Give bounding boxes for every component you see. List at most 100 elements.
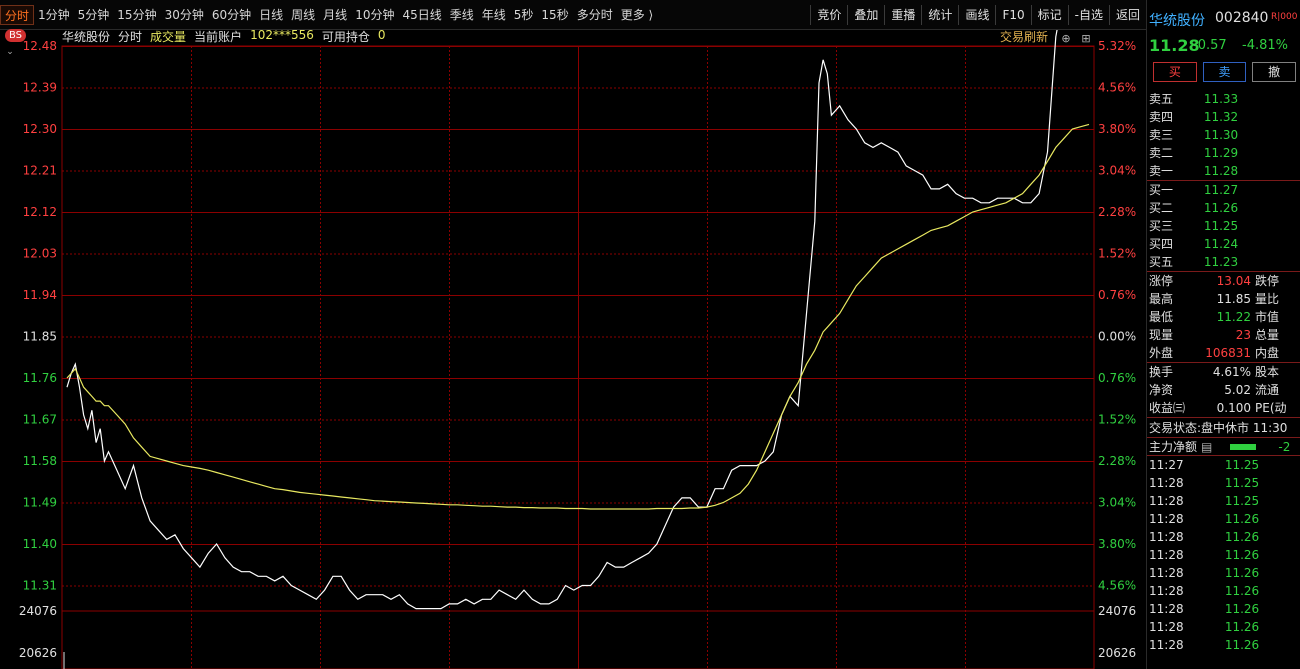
row-value: 11.24 [1203,237,1239,251]
tick-row: 11:28 11.25 [1147,474,1300,492]
tick-row: 11:28 11.26 [1147,510,1300,528]
tool-button[interactable]: F10 [995,5,1030,25]
quote-stock-code: 002840 [1215,10,1269,26]
stat-row[interactable]: 换手 4.61% 股本 [1147,363,1300,381]
stat-row[interactable]: 涨停 13.04 跌停 [1147,272,1300,290]
stats-list-2: 换手 4.61% 股本 净资 5.02 流通 收益㈢ 0.100 PE(动 [1147,362,1300,417]
tool-button[interactable]: 叠加 [847,5,884,25]
tool-button[interactable]: 重播 [884,5,921,25]
row-label-2: 股本 [1255,365,1280,379]
row-value: 11.22 [1216,310,1251,324]
period-tab[interactable]: 月线 [319,5,351,25]
tick-price: 11.26 [1224,530,1260,544]
row-label-2: 量比 [1255,292,1280,306]
cancel-button[interactable]: 撤 [1252,62,1297,82]
row-value: 11.25 [1203,219,1239,233]
tick-row: 11:28 11.26 [1147,564,1300,582]
status-label: 交易状态: [1149,421,1202,435]
tool-button[interactable]: 标记 [1030,5,1068,25]
period-tab[interactable]: 30分钟 [161,5,208,25]
bid-row[interactable]: 买二 11.26 [1147,199,1300,217]
row-label: 卖四 [1149,110,1174,124]
period-tab[interactable]: 1分钟 [34,5,74,25]
ask-row[interactable]: 卖一 11.28 [1147,162,1300,180]
chart-info-line: 华统股份 分时 成交量 当前账户 102***556 可用持仓 0 [62,28,386,45]
period-tab[interactable]: 15秒 [537,5,572,25]
quote-change-pct: -4.81% [1242,38,1288,53]
stat-row[interactable]: 现量 23 总量 [1147,326,1300,344]
period-tab[interactable]: 更多 ⟩ [617,5,658,25]
period-tab[interactable]: 45日线 [398,5,445,25]
period-tab[interactable]: 周线 [287,5,319,25]
bid-row[interactable]: 买一 11.27 [1147,181,1300,199]
bid-row[interactable]: 买四 11.24 [1147,235,1300,253]
menu-icon[interactable]: ▤ [1201,438,1212,455]
row-value: 4.61% [1212,365,1251,379]
y-pct-label: 0.76% [1098,371,1136,385]
intraday-chart[interactable]: 12.48 5.32% 12.39 4.56% 12.30 3.80% 12.21 3.04%… [0,28,1146,669]
period-tab[interactable]: 5分钟 [74,5,114,25]
row-label-2: 流通 [1255,383,1280,397]
stat-row[interactable]: 最低 11.22 市值 [1147,308,1300,326]
period-tabs: 分时 1分钟 5分钟 15分钟 30分钟 60分钟 日线 周线 月线 10分钟 45日线 季线 年线 5秒… [0,5,657,25]
period-tab[interactable]: 15分钟 [113,5,160,25]
y-pct-label: 2.28% [1098,454,1136,468]
ask-row[interactable]: 卖四 11.32 [1147,108,1300,126]
row-value: 11.32 [1203,110,1239,124]
y-pct-label: 2.28% [1098,205,1136,219]
quote-change: -0.57 [1193,38,1227,53]
tick-list: 11:27 11.25 11:28 11.25 11:28 11.25 11:28 11.26… [1147,455,1300,654]
period-tab[interactable]: 10分钟 [351,5,398,25]
tick-price: 11.26 [1224,548,1260,562]
y-pct-label: 4.56% [1098,579,1136,593]
y-tick-label: 11.49 [23,496,57,510]
ask-row[interactable]: 卖二 11.29 [1147,144,1300,162]
period-tab[interactable]: 5秒 [510,5,538,25]
y-pct-label: 0.00% [1098,330,1136,344]
y-pct-label: 0.76% [1098,288,1136,302]
tool-button[interactable]: 画线 [958,5,995,25]
tool-button[interactable]: 统计 [921,5,958,25]
sell-button[interactable]: 卖 [1202,62,1247,82]
tick-time: 11:28 [1149,602,1184,616]
period-tab[interactable]: 60分钟 [208,5,255,25]
trade-refresh-button[interactable]: 交易刷新 [1000,28,1048,45]
row-label: 最高 [1149,292,1174,306]
tick-price: 11.26 [1224,620,1260,634]
tick-row: 11:28 11.26 [1147,618,1300,636]
tick-time: 11:28 [1149,530,1184,544]
ask-row[interactable]: 卖五 11.33 [1147,90,1300,108]
period-tab[interactable]: 日线 [255,5,287,25]
tool-button[interactable]: -自选 [1067,5,1109,25]
tick-row: 11:28 11.25 [1147,492,1300,510]
tool-button[interactable]: 竞价 [810,5,847,25]
volume-tick-label: 24076 [19,604,57,618]
stat-row[interactable]: 外盘 106831 内盘 [1147,344,1300,362]
y-pct-label: 1.52% [1098,247,1136,261]
chart-canvas[interactable]: 12.48 5.32% 12.39 4.56% 12.30 3.80% 12.21 3.04%… [0,30,1146,669]
period-tab[interactable]: 季线 [446,5,478,25]
period-tab[interactable]: 多分时 [573,5,617,25]
row-label-2: 总量 [1255,328,1280,342]
tick-time: 11:28 [1149,566,1184,580]
bs-badge[interactable]: BS [5,29,27,42]
bid-row[interactable]: 买三 11.25 [1147,217,1300,235]
chart-mode: 分时 [118,30,143,44]
stat-row[interactable]: 净资 5.02 流通 [1147,381,1300,399]
bid-row[interactable]: 买五 11.23 [1147,253,1300,271]
period-tab[interactable]: 年线 [478,5,510,25]
tick-price: 11.25 [1224,476,1260,490]
buy-button[interactable]: 买 [1153,62,1197,82]
period-tab[interactable]: 分时 [0,5,35,25]
tick-price: 11.26 [1224,512,1260,526]
stat-row[interactable]: 收益㈢ 0.100 PE(动 [1147,399,1300,417]
stat-row[interactable]: 最高 11.85 量比 [1147,290,1300,308]
collapse-icon: ⌄ [6,47,14,57]
row-value: 106831 [1205,346,1251,360]
y-pct-label: 5.32% [1098,39,1136,53]
ask-row[interactable]: 卖三 11.30 [1147,126,1300,144]
tick-time: 11:28 [1149,476,1184,490]
chart-stock-name: 华统股份 [62,30,111,44]
tick-price: 11.26 [1224,638,1260,652]
tool-button[interactable]: 返回 [1108,5,1146,25]
